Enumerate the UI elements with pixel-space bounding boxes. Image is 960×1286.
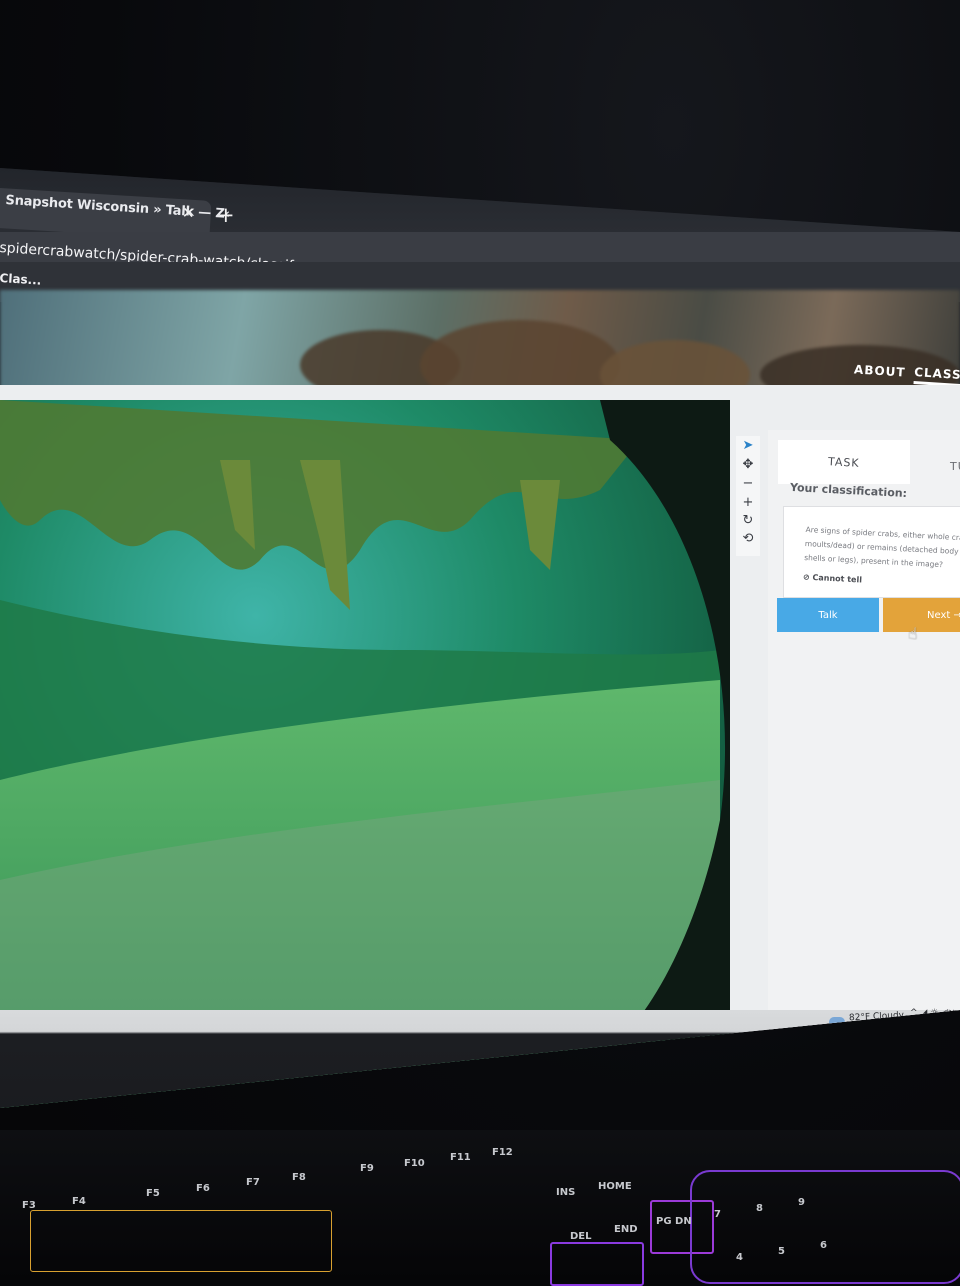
zoom-out-icon[interactable]: −: [740, 476, 756, 492]
key-end: END: [614, 1224, 638, 1235]
key-f12: F12: [492, 1147, 513, 1158]
zoom-in-icon[interactable]: +: [740, 495, 756, 511]
key-f8: F8: [292, 1172, 306, 1183]
key-f9: F9: [360, 1163, 374, 1174]
move-icon[interactable]: ✥: [740, 457, 756, 473]
key-f10: F10: [404, 1158, 425, 1169]
close-icon[interactable]: ✕: [181, 204, 195, 223]
tab-task-label[interactable]: TASK: [828, 455, 860, 470]
plus-icon[interactable]: +: [217, 205, 235, 226]
pointer-icon[interactable]: ➤: [740, 438, 756, 454]
key-ins: INS: [556, 1187, 576, 1198]
key-home: HOME: [598, 1181, 632, 1192]
key-f3: F3: [22, 1200, 36, 1211]
rotate-icon[interactable]: ↻: [740, 513, 756, 529]
key-f5: F5: [146, 1188, 160, 1199]
bookmark-item[interactable]: Clas...: [0, 271, 42, 288]
key-6: 6: [820, 1240, 827, 1251]
key-pgdn: PG DN: [656, 1216, 692, 1227]
key-8: 8: [756, 1203, 763, 1214]
tab-tutorial-label[interactable]: TU: [950, 460, 960, 473]
key-f11: F11: [450, 1152, 471, 1163]
next-button[interactable]: Next →: [883, 598, 960, 632]
key-f6: F6: [196, 1183, 210, 1194]
key-f4: F4: [72, 1196, 86, 1207]
key-7: 7: [714, 1209, 721, 1220]
hand-cursor-icon: ☝: [908, 624, 918, 643]
key-f7: F7: [246, 1177, 260, 1188]
keyboard: [0, 1130, 960, 1286]
key-4: 4: [736, 1252, 743, 1263]
question-text: Are signs of spider crabs, either whole …: [803, 524, 960, 570]
key-9: 9: [798, 1197, 805, 1208]
reset-icon[interactable]: ⟲: [740, 531, 756, 547]
key-5: 5: [778, 1246, 785, 1257]
talk-button[interactable]: Talk: [777, 598, 879, 632]
key-del: DEL: [570, 1231, 592, 1242]
